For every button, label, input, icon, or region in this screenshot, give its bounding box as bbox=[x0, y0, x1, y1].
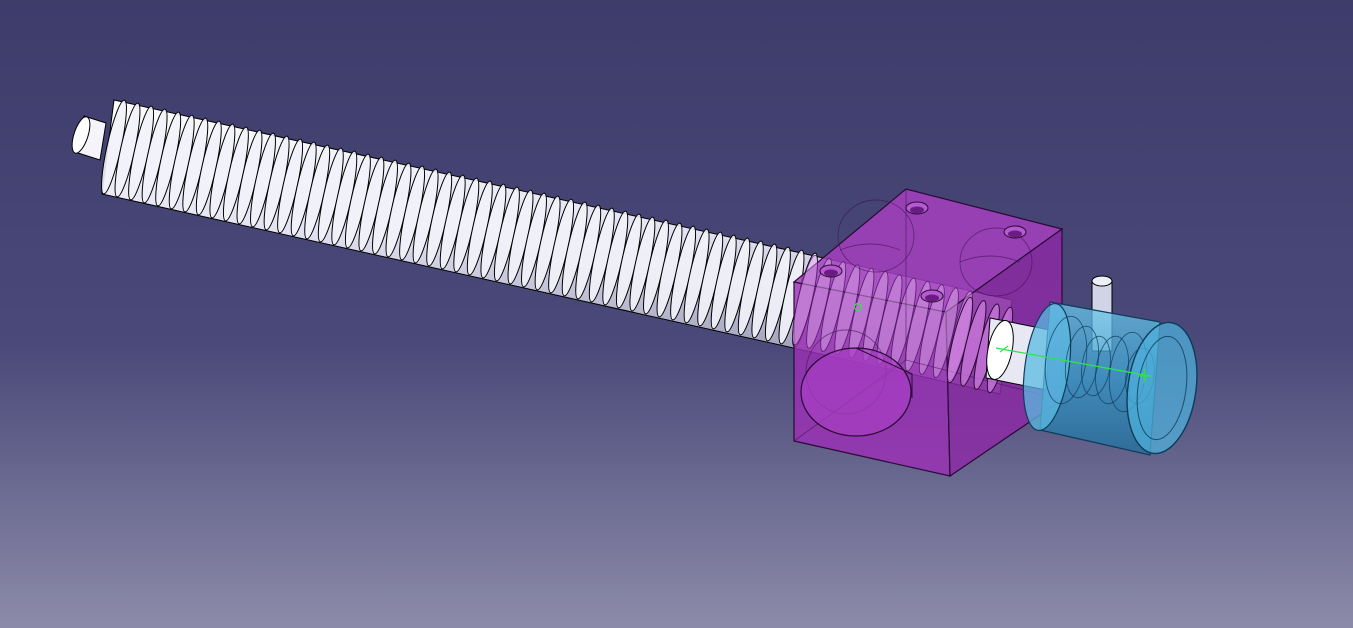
3d-scene[interactable] bbox=[0, 0, 1353, 628]
block-front-bore[interactable] bbox=[800, 347, 912, 437]
cad-3d-viewport[interactable] bbox=[0, 0, 1353, 628]
